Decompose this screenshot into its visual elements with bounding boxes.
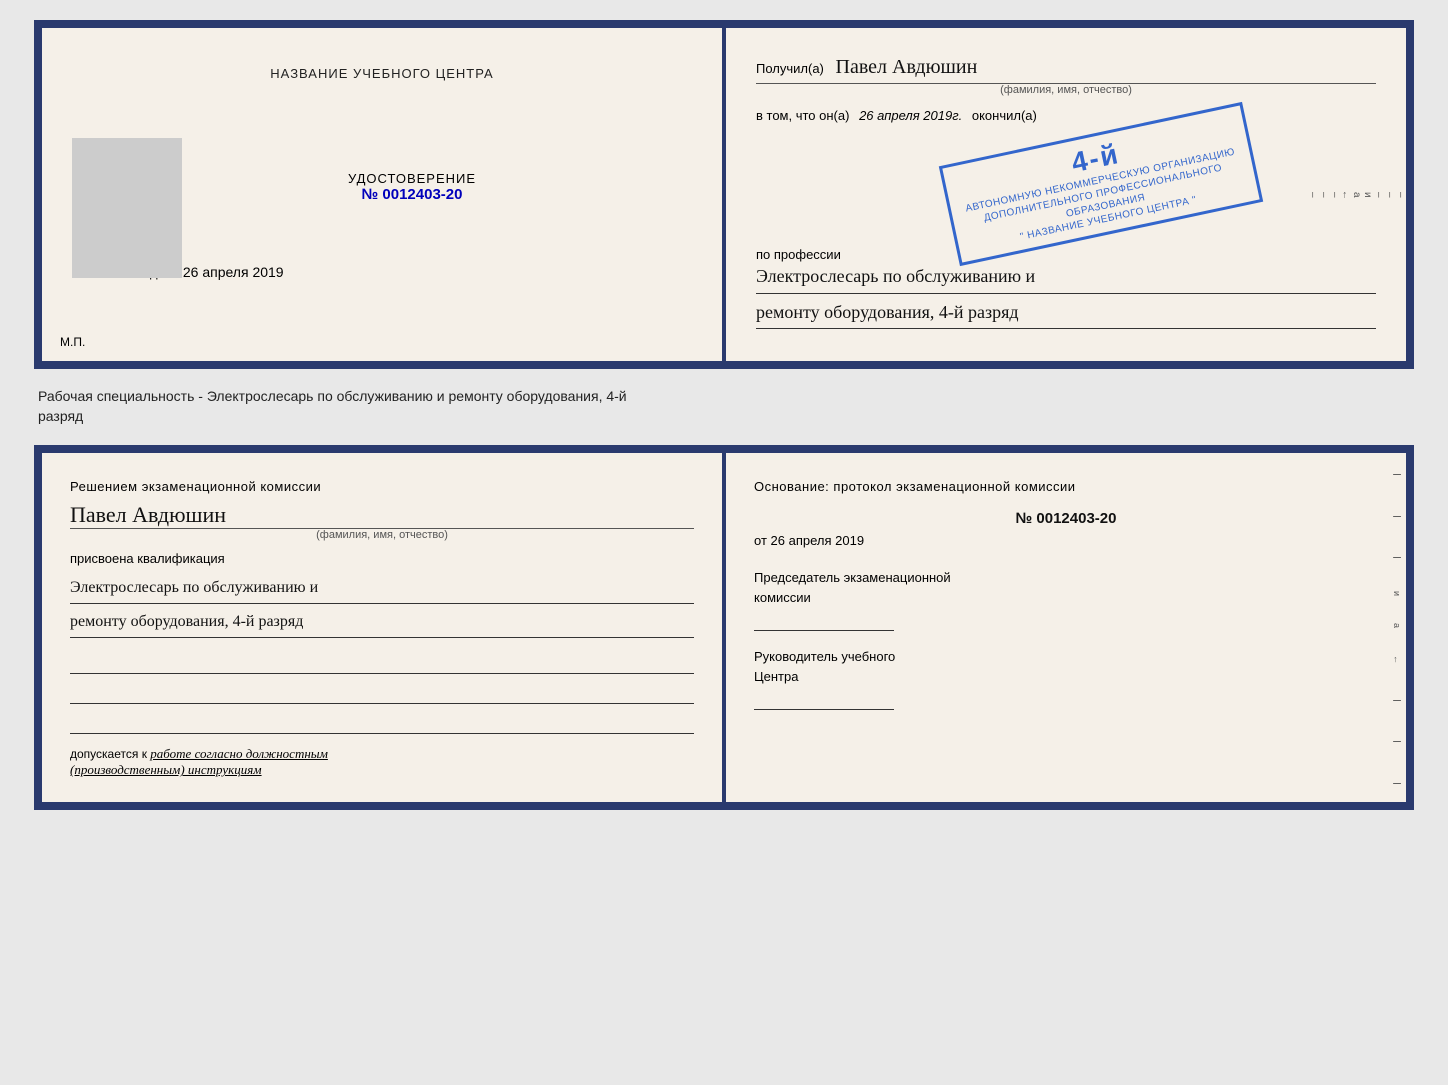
edge-marks-right: – – – и а ← – – – [1388, 28, 1406, 361]
chairman-sig-line [754, 611, 894, 631]
basis-title: Основание: протокол экзаменационной коми… [754, 477, 1378, 497]
bot-edge-marks-right: – – – и а ← – – – [1388, 453, 1406, 803]
stamp-line3: " НАЗВАНИЕ УЧЕБНОГО ЦЕНТРА " [968, 183, 1248, 255]
cert-number: № 0012403-20 [362, 186, 463, 203]
photo-placeholder [72, 138, 182, 278]
received-line: Получил(а) Павел Авдюшин [756, 56, 1376, 79]
top-doc-left: НАЗВАНИЕ УЧЕБНОГО ЦЕНТРА УДОСТОВЕРЕНИЕ №… [42, 28, 722, 361]
bot-profession-line1: Электрослесарь по обслуживанию и [70, 574, 694, 604]
cert-number-block: УДОСТОВЕРЕНИЕ № 0012403-20 [132, 171, 692, 204]
stamp-line2: ДОПОЛНИТЕЛЬНОГО ПРОФЕССИОНАЛЬНОГО ОБРАЗО… [963, 157, 1246, 241]
name-subtitle: (фамилия, имя, отчество) [756, 83, 1376, 96]
profession-block: по профессии Электрослесарь по обслужива… [756, 247, 1376, 330]
decision-title: Решением экзаменационной комиссии [70, 477, 694, 497]
assigned-label: присвоена квалификация [70, 551, 694, 566]
допуск-text: работе согласно должностным [150, 746, 328, 761]
profession-line1: Электрослесарь по обслуживанию и [756, 262, 1376, 294]
top-left-title: НАЗВАНИЕ УЧЕБНОГО ЦЕНТРА [72, 66, 692, 81]
chairman-block: Председатель экзаменационной комиссии [754, 568, 1378, 631]
bot-name-subtitle: (фамилия, имя, отчество) [70, 528, 694, 541]
bot-doc-right: Основание: протокол экзаменационной коми… [726, 453, 1406, 803]
sig-line-3 [70, 712, 694, 734]
stamp-grade: 4-й [953, 113, 1237, 203]
signature-lines [70, 652, 694, 734]
sig-line-1 [70, 652, 694, 674]
cert-label: УДОСТОВЕРЕНИЕ [132, 171, 692, 186]
right-body: в том, что он(а) 26 апреля 2019г. окончи… [756, 106, 1376, 127]
mp-label: М.П. [60, 335, 85, 349]
basis-date: от 26 апреля 2019 [754, 533, 1378, 548]
bot-person-name: Павел Авдюшин [70, 502, 694, 528]
sig-line-2 [70, 682, 694, 704]
top-doc-right: Получил(а) Павел Авдюшин (фамилия, имя, … [726, 28, 1406, 361]
bottom-document: Решением экзаменационной комиссии Павел … [34, 445, 1414, 811]
middle-label: Рабочая специальность - Электрослесарь п… [34, 387, 1414, 426]
допуск-text2: (производственным) инструкциям [70, 762, 262, 777]
director-sig-line [754, 690, 894, 710]
bot-profession-line2: ремонту оборудования, 4-й разряд [70, 608, 694, 638]
допуск-label: допускается к работе согласно должностны… [70, 746, 694, 778]
director-block: Руководитель учебного Центра [754, 647, 1378, 710]
cert-issued: Выдано 26 апреля 2019 [132, 264, 692, 280]
bot-doc-left: Решением экзаменационной комиссии Павел … [42, 453, 722, 803]
basis-number: № 0012403-20 [754, 510, 1378, 527]
top-document: НАЗВАНИЕ УЧЕБНОГО ЦЕНТРА УДОСТОВЕРЕНИЕ №… [34, 20, 1414, 369]
stamp-line1: АВТОНОМНУЮ НЕКОММЕРЧЕСКУЮ ОРГАНИЗАЦИЮ [960, 145, 1240, 217]
profession-line2: ремонту оборудования, 4-й разряд [756, 298, 1376, 330]
